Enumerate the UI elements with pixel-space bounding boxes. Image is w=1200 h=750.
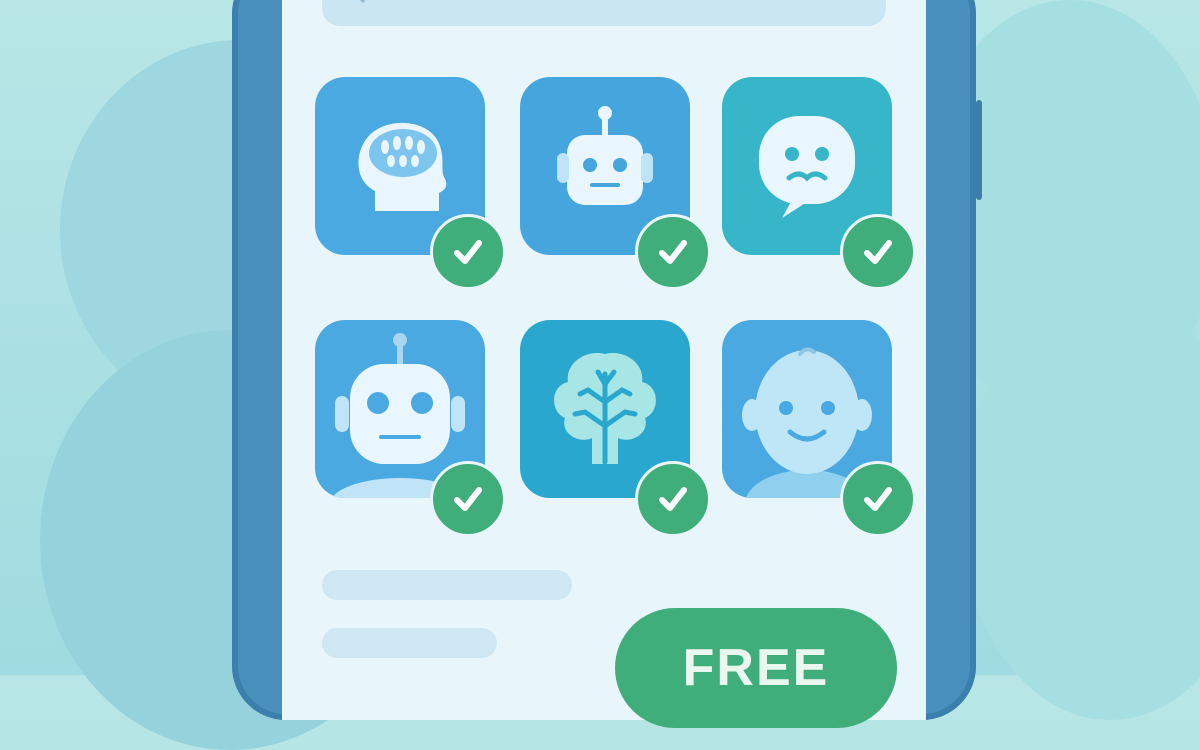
brain-head-icon xyxy=(358,122,447,211)
check-badge xyxy=(840,461,916,537)
check-badge xyxy=(840,214,916,290)
phone-screen: FREE xyxy=(282,0,926,728)
check-badge xyxy=(430,461,506,537)
search-bar[interactable] xyxy=(322,0,886,26)
free-button[interactable]: FREE xyxy=(615,608,897,728)
checkmark-icon xyxy=(864,487,892,511)
checkmark-icon xyxy=(454,487,482,511)
checkmark-icon xyxy=(454,240,482,264)
phone-frame: FREE xyxy=(232,0,982,728)
search-icon xyxy=(344,0,366,4)
phone-side-button xyxy=(976,100,982,200)
check-badge xyxy=(430,214,506,290)
check-badge xyxy=(635,461,711,537)
placeholder-line xyxy=(322,628,497,658)
checkmark-icon xyxy=(659,240,687,264)
tree-brain-icon xyxy=(554,353,656,465)
checkmark-icon xyxy=(659,487,687,511)
check-badge xyxy=(635,214,711,290)
checkmark-icon xyxy=(864,240,892,264)
placeholder-line xyxy=(322,570,572,600)
chat-smile-icon xyxy=(759,116,855,218)
